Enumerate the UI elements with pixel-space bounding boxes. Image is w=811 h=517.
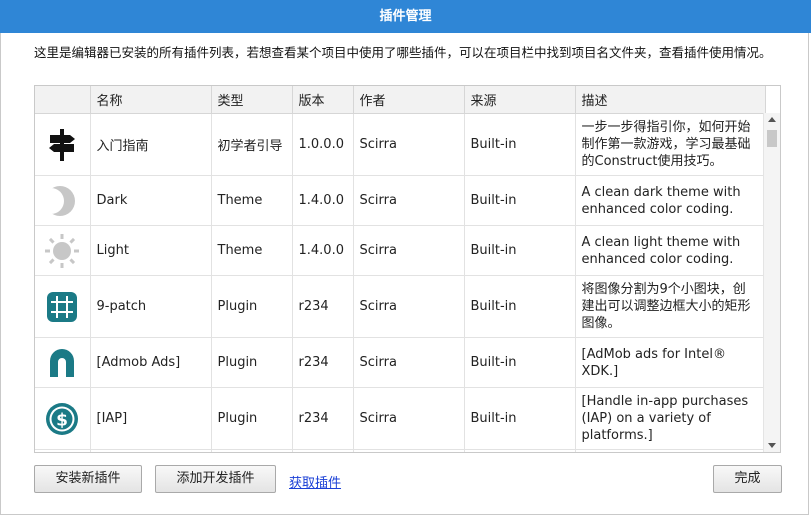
cell-description: 一步一步得指引你，如何开始制作第一款游戏，学习最基础的Construct使用技巧… [575,113,766,176]
cell-name: Light [90,225,212,276]
install-plugin-button[interactable]: 安装新插件 [34,465,142,493]
cell-name: [Admob Ads] [90,337,212,388]
cell-name: Dark [90,175,212,226]
cell-description: [Handle in-app purchases (IAP) on a vari… [575,387,766,450]
cell-type: Theme [211,175,293,226]
scroll-down-arrow-icon[interactable] [768,443,776,448]
cell-name: 入门指南 [90,113,212,176]
col-header-description[interactable]: 描述 [575,86,766,114]
dollar-coin-icon: $ [46,402,79,435]
scroll-up-arrow-icon[interactable] [768,117,776,122]
cell-source: Built-in [464,225,576,276]
cell-type: Plugin [211,387,293,450]
plugin-table[interactable]: 名称 类型 版本 作者 来源 描述 入门指南 初学者引导 1.0.0.0 Sci… [34,85,781,453]
vertical-scrollbar[interactable] [763,113,780,452]
cell-author: Scirra [353,387,465,450]
cell-name: [IAP] [90,387,212,450]
icon-cell [35,275,91,338]
cell-version: r234 [292,387,354,450]
col-header-type[interactable]: 类型 [211,86,293,114]
cell-type: 初学者引导 [211,113,293,176]
cell-version: r234 [292,275,354,338]
table-row[interactable]: $ [IAP] Plugin r234 Scirra Built-in [Han… [35,387,766,450]
cell-author: Scirra [353,225,465,276]
icon-cell [35,449,91,452]
cell-name: 9-patch [90,275,212,338]
cell-source: Built-in [464,337,576,388]
icon-cell [35,337,91,388]
cell-description: A clean dark theme with enhanced color c… [575,175,766,226]
icon-cell: $ [35,387,91,450]
cell-version: 1.0.0.0 [292,113,354,176]
add-dev-plugin-button[interactable]: 添加开发插件 [155,465,276,493]
cell-description: [AdMob ads for Intel® XDK.] [575,337,766,388]
icon-cell [35,225,91,276]
admob-icon [50,348,75,377]
cell-author: Scirra [353,175,465,226]
cell-author: Scirra [353,275,465,338]
scroll-thumb[interactable] [767,130,777,147]
signpost-icon [49,128,76,161]
sun-icon [45,233,80,268]
cell-source: Built-in [464,113,576,176]
done-button[interactable]: 完成 [713,465,782,493]
get-plugins-link[interactable]: 获取插件 [289,472,341,491]
table-row[interactable]: Dark Theme 1.4.0.0 Scirra Built-in A cle… [35,175,766,226]
cell-source: Built-in [464,275,576,338]
col-header-icon[interactable] [35,86,91,114]
intro-text: 这里是编辑器已安装的所有插件列表，若想查看某个项目中使用了哪些插件，可以在项目栏… [34,45,772,60]
cell-type: Plugin [211,337,293,388]
cell-empty [292,449,354,452]
cell-source: Built-in [464,175,576,226]
cell-author: Scirra [353,337,465,388]
moon-icon [44,185,76,216]
col-header-author[interactable]: 作者 [353,86,465,114]
cell-empty [353,449,465,452]
table-row[interactable]: 9-patch Plugin r234 Scirra Built-in 将图像分… [35,275,766,338]
table-row[interactable] [35,449,766,452]
cell-empty [464,449,576,452]
icon-cell [35,113,91,176]
col-header-version[interactable]: 版本 [292,86,354,114]
cell-empty [211,449,293,452]
table-row[interactable]: 入门指南 初学者引导 1.0.0.0 Scirra Built-in 一步一步得… [35,113,766,176]
col-header-source[interactable]: 来源 [464,86,576,114]
icon-cell [35,175,91,226]
table-row[interactable]: [Admob Ads] Plugin r234 Scirra Built-in … [35,337,766,388]
table-header-row: 名称 类型 版本 作者 来源 描述 [35,86,766,114]
window-title: 插件管理 [0,0,811,33]
cell-description: A clean light theme with enhanced color … [575,225,766,276]
nine-patch-icon [47,291,78,322]
cell-empty [90,449,212,452]
cell-type: Plugin [211,275,293,338]
cell-source: Built-in [464,387,576,450]
col-header-name[interactable]: 名称 [90,86,212,114]
cell-author: Scirra [353,113,465,176]
cell-empty [575,449,766,452]
cell-version: 1.4.0.0 [292,175,354,226]
cell-description: 将图像分割为9个小图块，创建出可以调整边框大小的矩形图像。 [575,275,766,338]
cell-version: 1.4.0.0 [292,225,354,276]
cell-version: r234 [292,337,354,388]
svg-text:$: $ [56,410,68,430]
table-row[interactable]: Light Theme 1.4.0.0 Scirra Built-in A cl… [35,225,766,276]
cell-type: Theme [211,225,293,276]
